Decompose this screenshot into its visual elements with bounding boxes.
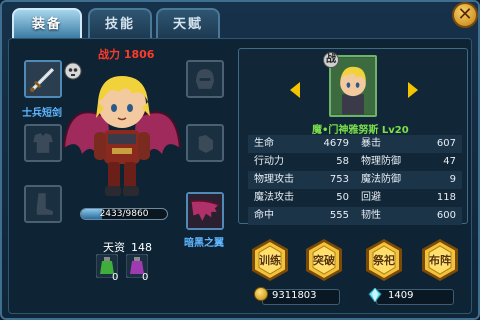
stat-value-matk: 50 xyxy=(336,192,349,203)
sacrifice-button-label: 祭祀 xyxy=(373,254,395,267)
armor-silhouette-icon xyxy=(33,133,53,153)
gold-amount: 9311803 xyxy=(272,290,317,301)
train-button[interactable]: 训练 xyxy=(250,238,290,282)
tab-skills[interactable]: 技能 xyxy=(88,8,152,38)
gloves-slot[interactable] xyxy=(186,124,224,162)
armor-slot[interactable] xyxy=(24,124,62,162)
gem-amount: 1409 xyxy=(388,290,414,301)
formation-button-label: 布阵 xyxy=(429,254,451,267)
wing-name: 暗黑之翼 xyxy=(184,238,224,249)
hero-face-icon xyxy=(331,57,375,115)
breakthrough-button-label: 突破 xyxy=(313,254,335,267)
wing-slot[interactable] xyxy=(186,192,224,230)
skull-badge-icon xyxy=(64,62,82,80)
stat-label-hp: 生命 xyxy=(254,138,274,149)
stat-label-pdef: 物理防御 xyxy=(361,156,401,167)
stat-label-crit: 暴击 xyxy=(361,138,381,149)
stat-value-mdef: 9 xyxy=(449,174,456,185)
stat-row: 行动力 58 物理防御 47 xyxy=(248,153,462,171)
glove-silhouette-icon xyxy=(198,134,214,153)
talent-label: 天资 xyxy=(103,241,125,254)
stat-value-pdef: 47 xyxy=(443,156,456,167)
talent-value: 148 xyxy=(131,241,152,254)
dark-wing-icon xyxy=(188,194,222,228)
talent-display: 天资 148 xyxy=(103,239,152,255)
stat-label-dodge: 回避 xyxy=(361,192,381,203)
helmet-slot[interactable] xyxy=(186,60,224,98)
stat-value-hit: 555 xyxy=(329,210,349,221)
stat-label-matk: 魔法攻击 xyxy=(254,192,294,203)
green-potion-count: 0 xyxy=(112,272,119,283)
breakthrough-button[interactable]: 突破 xyxy=(304,238,344,282)
weapon-slot[interactable] xyxy=(24,60,62,98)
stat-row: 生命 4679 暴击 607 xyxy=(248,135,462,153)
helmet-silhouette-icon xyxy=(196,69,214,89)
stat-value-dodge: 118 xyxy=(436,192,456,203)
sword-icon xyxy=(26,62,60,96)
exp-bar: 2433/9860 xyxy=(80,208,168,220)
hero-name: 魔•门神雅努斯 Lv20 xyxy=(312,125,409,136)
prev-hero-arrow-icon[interactable] xyxy=(290,82,300,98)
stat-value-hp: 4679 xyxy=(323,138,349,149)
stat-value-toughness: 600 xyxy=(436,210,456,221)
tab-equipment[interactable]: 装备 xyxy=(12,8,82,38)
formation-button[interactable]: 布阵 xyxy=(420,238,460,282)
boots-slot[interactable] xyxy=(24,185,62,223)
crystal-icon xyxy=(368,288,382,302)
purple-potion-count: 0 xyxy=(142,272,149,283)
gold-coin-icon xyxy=(254,287,268,301)
hero-character-model xyxy=(63,76,181,196)
stat-row: 命中 555 韧性 600 xyxy=(248,207,462,225)
weapon-name: 士兵短剑 xyxy=(22,108,62,119)
stat-row: 魔法攻击 50 回避 118 xyxy=(248,189,462,207)
close-icon[interactable]: ✕ xyxy=(452,2,478,28)
stat-label-hit: 命中 xyxy=(254,210,274,221)
exp-text: 2433/9860 xyxy=(99,209,149,219)
stat-label-patk: 物理攻击 xyxy=(254,174,294,185)
boot-silhouette-icon xyxy=(36,193,53,215)
stat-value-crit: 607 xyxy=(436,138,456,149)
stat-value-action: 58 xyxy=(336,156,349,167)
stat-row: 物理攻击 753 魔法防御 9 xyxy=(248,171,462,189)
stat-label-toughness: 韧性 xyxy=(361,210,381,221)
next-hero-arrow-icon[interactable] xyxy=(408,82,418,98)
tab-talent[interactable]: 天赋 xyxy=(156,8,220,38)
stats-table: 生命 4679 暴击 607 行动力 58 物理防御 47 物理攻击 753 魔法防御 9 … xyxy=(248,135,462,225)
train-button-label: 训练 xyxy=(259,254,281,267)
stat-label-mdef: 魔法防御 xyxy=(361,174,401,185)
battle-badge: 战 xyxy=(323,52,339,68)
stat-label-action: 行动力 xyxy=(254,156,284,167)
sacrifice-button[interactable]: 祭祀 xyxy=(364,238,404,282)
stat-value-patk: 753 xyxy=(329,174,349,185)
